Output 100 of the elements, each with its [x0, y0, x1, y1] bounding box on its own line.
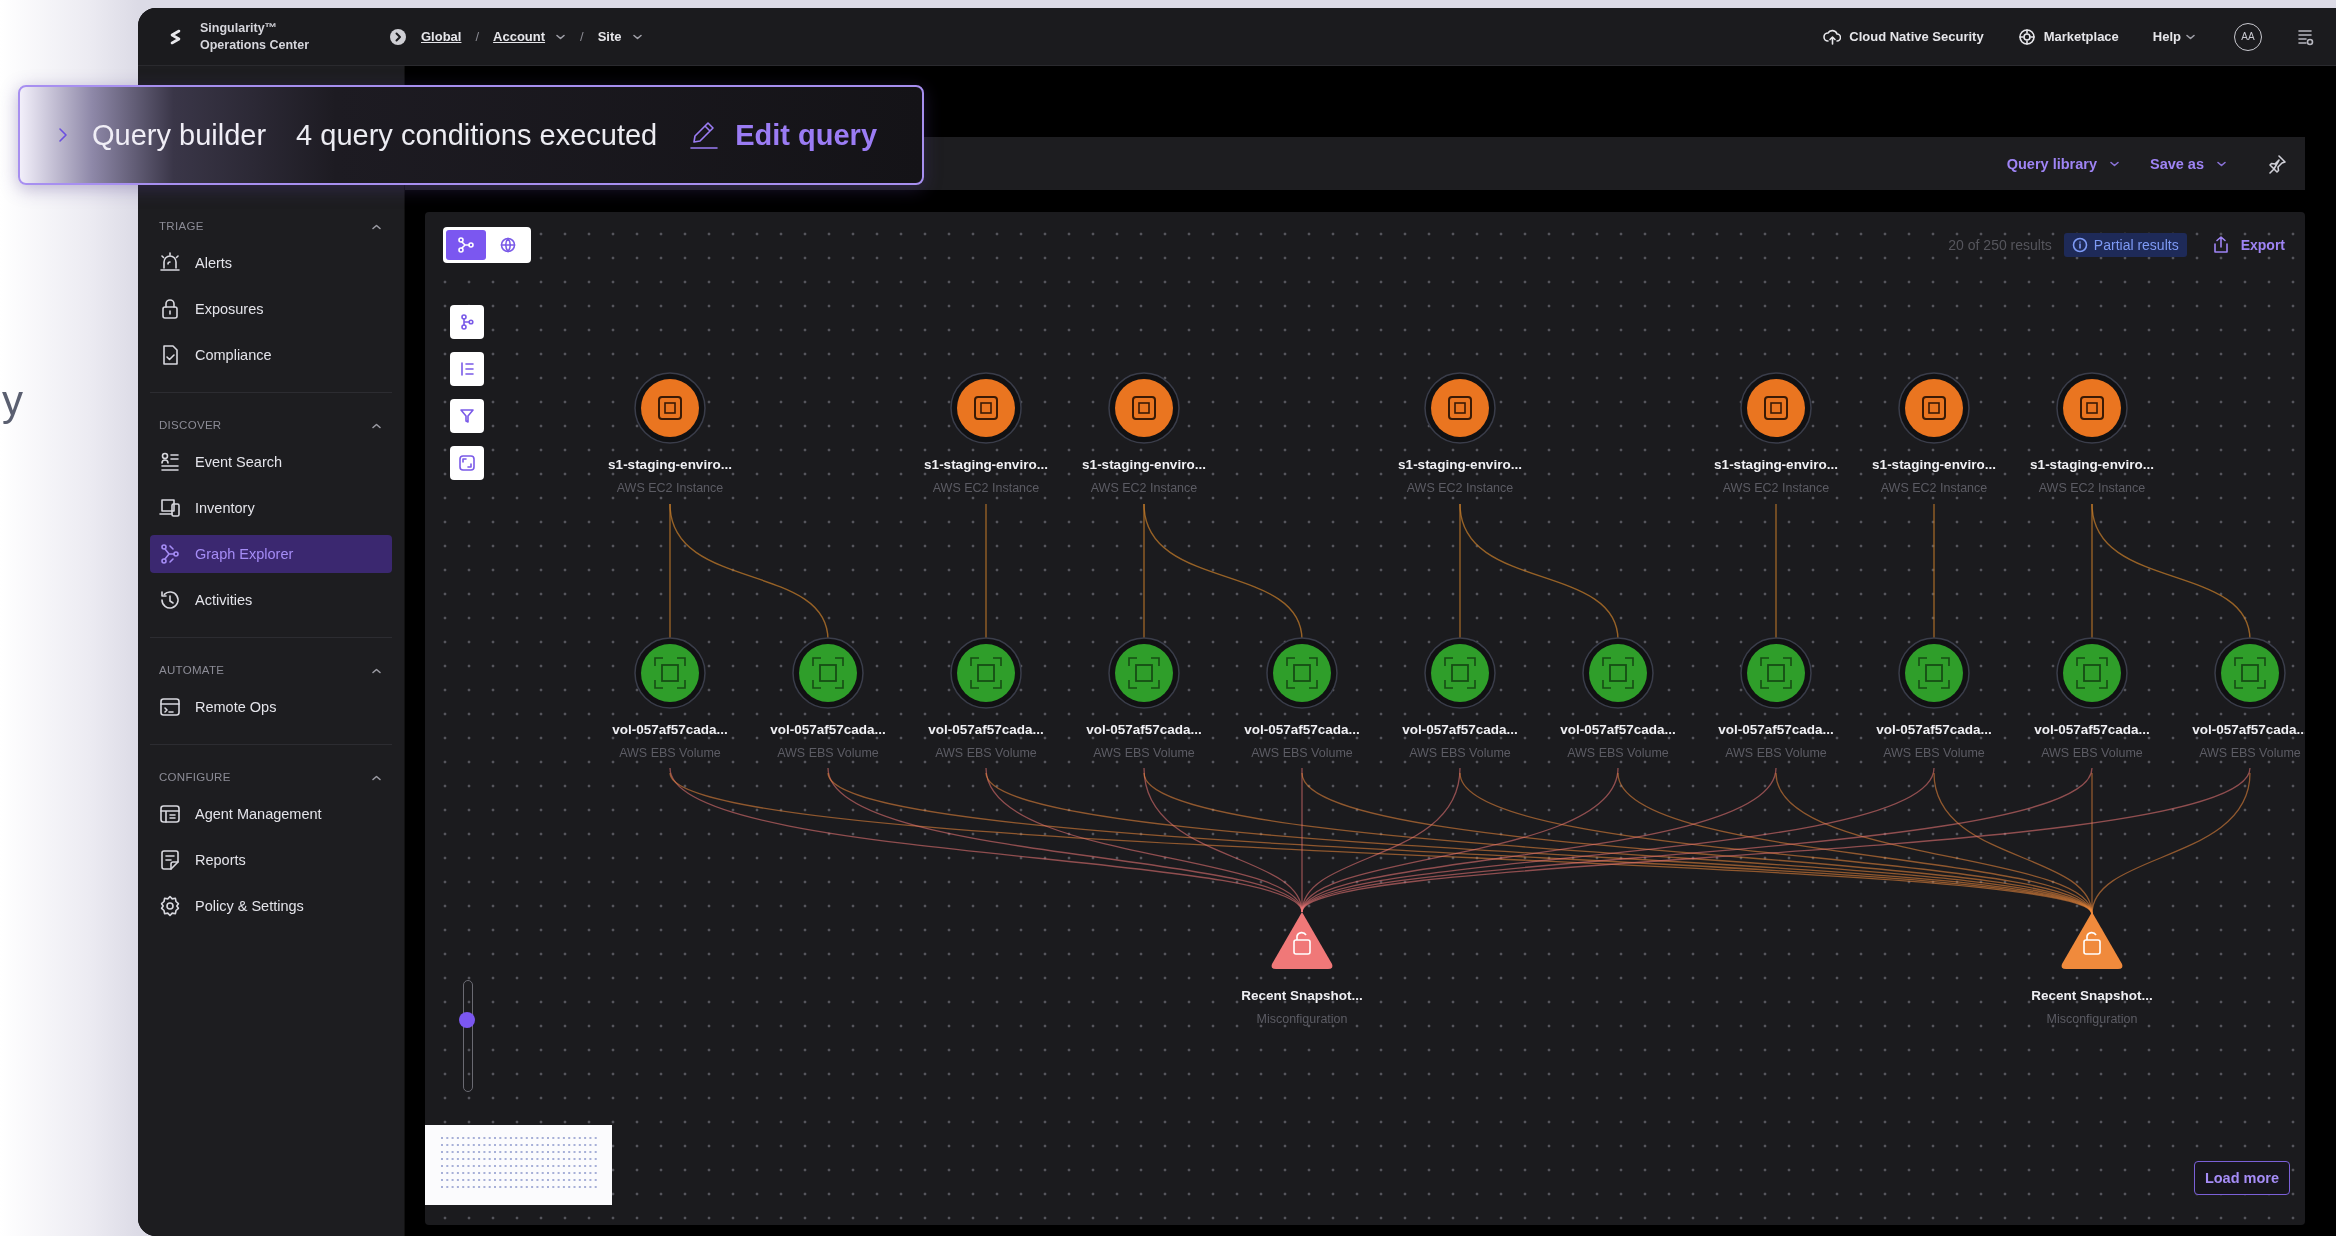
node-type: AWS EBS Volume: [1251, 746, 1353, 760]
finding-node[interactable]: [2061, 912, 2123, 969]
chevron-down-icon: [2185, 32, 2196, 41]
breadcrumb-link[interactable]: Site: [597, 29, 622, 44]
pin-icon: [2267, 153, 2287, 174]
sidebar-item[interactable]: Alerts: [150, 244, 392, 282]
sidebar-item[interactable]: Policy & Settings: [150, 887, 392, 925]
branch-icon: [458, 313, 476, 331]
volume-node[interactable]: [1740, 637, 1812, 709]
chevron-down-icon: [2216, 159, 2227, 168]
top-link[interactable]: Help: [2152, 29, 2196, 44]
node-type: AWS EBS Volume: [2041, 746, 2143, 760]
breadcrumb-separator: /: [580, 29, 584, 44]
top-link[interactable]: Cloud Native Security: [1823, 27, 1984, 46]
node-type: AWS EC2 Instance: [1406, 481, 1514, 495]
server-node[interactable]: [950, 372, 1022, 444]
node-name: vol-057af57cada...: [1560, 722, 1676, 737]
cloud-icon: [1823, 27, 1842, 46]
report-icon: [159, 849, 181, 871]
filter-icon: [458, 407, 476, 425]
server-node[interactable]: [1898, 372, 1970, 444]
node-type: AWS EBS Volume: [1093, 746, 1195, 760]
query-builder-title: Query builder: [92, 118, 267, 152]
volume-node[interactable]: [1424, 637, 1496, 709]
volume-node[interactable]: [950, 637, 1022, 709]
volume-node[interactable]: [2056, 637, 2128, 709]
node-name: s1-staging-enviro...: [1082, 457, 1206, 472]
globe-icon: [499, 236, 517, 254]
background-text: y: [2, 380, 23, 422]
sidebar-item[interactable]: Remote Ops: [150, 688, 392, 726]
graph-tool-button[interactable]: [450, 305, 484, 339]
server-node[interactable]: [634, 372, 706, 444]
section-title: CONFIGURE: [159, 771, 231, 783]
top-link[interactable]: Marketplace: [2017, 27, 2119, 46]
arrow-circle-icon: [389, 27, 407, 46]
zoom-thumb[interactable]: [459, 1011, 475, 1028]
node-type: AWS EC2 Instance: [932, 481, 1040, 495]
volume-node[interactable]: [1108, 637, 1180, 709]
info-icon: [2071, 237, 2088, 253]
export-button[interactable]: Export: [2210, 235, 2285, 255]
node-type: AWS EBS Volume: [1567, 746, 1669, 760]
node-type: Misconfiguration: [1256, 1012, 1348, 1026]
fit-screen-icon: [458, 454, 476, 472]
graph-tool-button[interactable]: [450, 352, 484, 386]
node-name: s1-staging-enviro...: [2030, 457, 2154, 472]
node-name: s1-staging-enviro...: [1872, 457, 1996, 472]
breadcrumb-link[interactable]: Account: [493, 29, 546, 44]
sidebar-item[interactable]: Exposures: [150, 290, 392, 328]
partial-results-badge: Partial results: [2063, 233, 2187, 257]
sidebar-item[interactable]: Event Search: [150, 443, 392, 481]
edit-query-link[interactable]: Edit query: [689, 118, 878, 152]
graph-tool-button[interactable]: [450, 399, 484, 433]
node-type: AWS EBS Volume: [1725, 746, 1827, 760]
lock-icon: [159, 298, 181, 320]
server-node[interactable]: [1108, 372, 1180, 444]
node-name: s1-staging-enviro...: [1714, 457, 1838, 472]
terminal-icon: [159, 696, 181, 718]
list-icon: [159, 451, 181, 473]
sidebar-item[interactable]: Graph Explorer: [150, 535, 392, 573]
volume-node[interactable]: [1266, 637, 1338, 709]
volume-node[interactable]: [1898, 637, 1970, 709]
node-name: vol-057af57cada...: [1086, 722, 1202, 737]
node-type: AWS EC2 Instance: [1090, 481, 1198, 495]
node-type: AWS EC2 Instance: [1880, 481, 1988, 495]
node-type: AWS EC2 Instance: [616, 481, 724, 495]
load-more-button[interactable]: Load more: [2193, 1161, 2290, 1195]
node-name: vol-057af57cada...: [612, 722, 728, 737]
devices-icon: [159, 497, 181, 519]
server-node[interactable]: [2056, 372, 2128, 444]
node-name: vol-057af57cada...: [2034, 722, 2150, 737]
graph-icon: [159, 543, 181, 565]
view-toggle[interactable]: [446, 230, 486, 260]
sidebar-item[interactable]: Compliance: [150, 336, 392, 374]
server-node[interactable]: [1424, 372, 1496, 444]
sidebar-item[interactable]: Agent Management: [150, 795, 392, 833]
volume-node[interactable]: [634, 637, 706, 709]
breadcrumb-link[interactable]: Global: [421, 29, 462, 44]
query-summary: 4 query conditions executed: [296, 118, 658, 152]
volume-node[interactable]: [2214, 637, 2286, 709]
server-node[interactable]: [1740, 372, 1812, 444]
node-name: vol-057af57cada...: [1718, 722, 1834, 737]
node-type: AWS EC2 Instance: [1722, 481, 1830, 495]
node-type: AWS EBS Volume: [777, 746, 879, 760]
save-as-dropdown[interactable]: Save as: [2149, 155, 2227, 172]
graph-tool-button[interactable]: [450, 446, 484, 480]
node-type: AWS EBS Volume: [1883, 746, 1985, 760]
product-name: Operations Center: [200, 36, 310, 54]
node-name: vol-057af57cada...: [928, 722, 1044, 737]
sidebar-item[interactable]: Activities: [150, 581, 392, 619]
gear-icon: [159, 895, 181, 917]
query-library-dropdown[interactable]: Query library: [2006, 155, 2120, 172]
volume-node[interactable]: [792, 637, 864, 709]
pencil-icon: [689, 120, 720, 150]
sidebar-item[interactable]: Reports: [150, 841, 392, 879]
finding-node[interactable]: [1271, 912, 1333, 969]
node-type: AWS EBS Volume: [1409, 746, 1511, 760]
node-type: Misconfiguration: [2046, 1012, 2138, 1026]
section-title: TRIAGE: [159, 220, 204, 232]
volume-node[interactable]: [1582, 637, 1654, 709]
sidebar-item[interactable]: Inventory: [150, 489, 392, 527]
